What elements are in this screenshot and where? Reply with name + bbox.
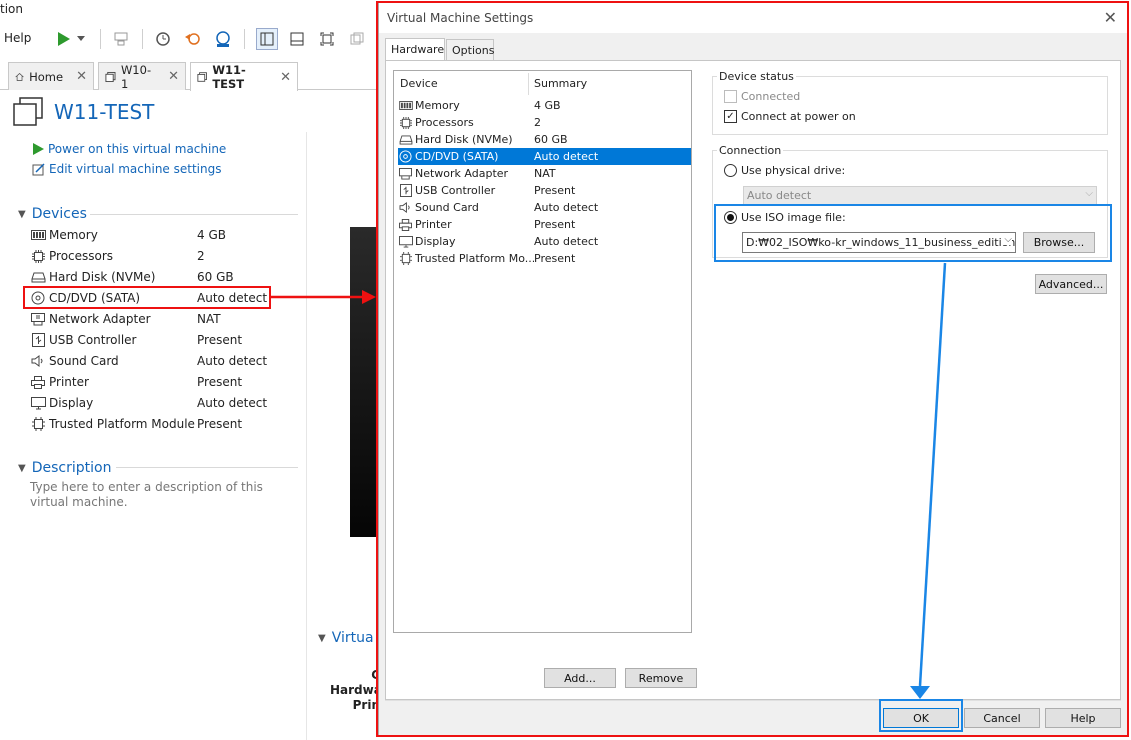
annotation-arrows — [271, 262, 947, 699]
blue-arrow-icon — [910, 686, 930, 699]
red-arrow-icon — [362, 290, 376, 304]
